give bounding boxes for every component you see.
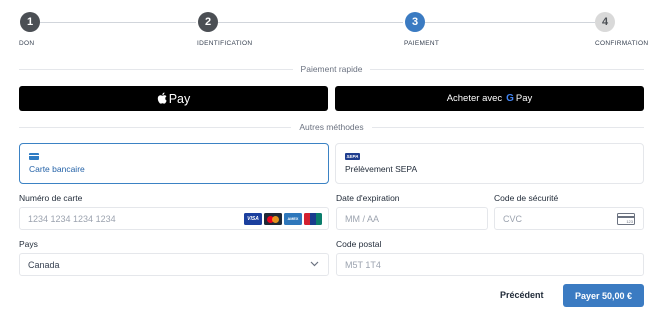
expiry-field[interactable]: MM / AA — [336, 207, 488, 230]
method-sepa-label: Prélèvement SEPA — [345, 164, 418, 174]
method-sepa-option[interactable]: SEPA Prélèvement SEPA — [335, 143, 644, 184]
express-divider: Paiement rapide — [19, 63, 644, 75]
apple-icon — [157, 92, 167, 104]
methods-title: Autres méthodes — [299, 122, 364, 132]
expiry-placeholder: MM / AA — [345, 213, 380, 224]
sepa-icon: SEPA — [345, 153, 360, 160]
credit-card-icon — [29, 153, 39, 160]
apple-pay-button[interactable]: Pay — [19, 86, 328, 111]
chevron-down-icon — [310, 261, 319, 267]
step-1-label: DON — [19, 40, 35, 47]
security-code-label: Code de sécurité — [494, 193, 559, 203]
amex-icon: AMEX — [284, 213, 302, 225]
step-4-label: CONFIRMATION — [595, 40, 649, 47]
express-title: Paiement rapide — [300, 64, 363, 74]
step-2-circle[interactable]: 2 — [198, 12, 218, 32]
step-3-circle: 3 — [405, 12, 425, 32]
google-pay-button[interactable]: Acheter avec G Pay — [335, 86, 644, 111]
country-value: Canada — [28, 259, 60, 270]
stepper-connector — [218, 22, 403, 23]
card-brands: VISA AMEX — [244, 213, 322, 225]
postal-code-field[interactable]: M5T 1T4 — [336, 253, 644, 276]
google-g-icon: G — [506, 93, 514, 104]
step-2-label: IDENTIFICATION — [197, 40, 253, 47]
mastercard-icon — [264, 213, 282, 225]
google-pay-suffix: Pay — [515, 93, 533, 104]
step-4-circle: 4 — [595, 12, 615, 32]
country-label: Pays — [19, 239, 38, 249]
stepper-connector — [425, 22, 595, 23]
step-3-label: PAIEMENT — [404, 40, 440, 47]
google-pay-label: Acheter avec — [446, 93, 503, 104]
postal-code-placeholder: M5T 1T4 — [345, 259, 381, 270]
methods-divider: Autres méthodes — [19, 121, 645, 133]
security-code-field[interactable]: CVC 123 — [494, 207, 644, 230]
apple-pay-label: Pay — [168, 91, 191, 106]
step-1-circle[interactable]: 1 — [20, 12, 40, 32]
card-number-field[interactable]: 1234 1234 1234 1234 VISA AMEX — [19, 207, 329, 230]
country-select[interactable]: Canada — [19, 253, 329, 276]
pay-button[interactable]: Payer 50,00 € — [563, 284, 644, 307]
card-number-label: Numéro de carte — [19, 193, 83, 203]
stepper-connector — [40, 22, 196, 23]
unionpay-icon — [304, 213, 322, 225]
card-number-placeholder: 1234 1234 1234 1234 — [28, 213, 116, 224]
visa-icon: VISA — [244, 213, 262, 225]
method-card-label: Carte bancaire — [29, 164, 85, 174]
expiry-label: Date d'expiration — [336, 193, 400, 203]
method-card-option[interactable]: Carte bancaire — [19, 143, 329, 184]
cvc-card-icon: 123 — [617, 213, 635, 225]
postal-code-label: Code postal — [336, 239, 382, 249]
previous-button[interactable]: Précédent — [500, 290, 544, 300]
checkout-stepper: 1 DON 2 IDENTIFICATION 3 PAIEMENT 4 CONF… — [0, 0, 670, 52]
security-code-placeholder: CVC — [503, 213, 523, 224]
